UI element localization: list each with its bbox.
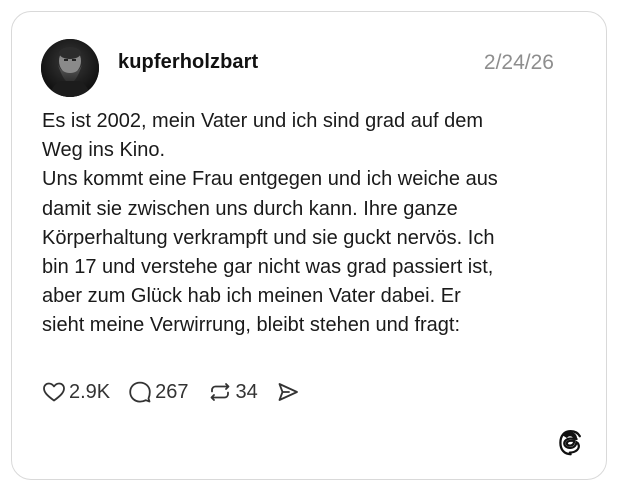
repost-button[interactable]: 34: [207, 380, 258, 404]
avatar-portrait: [41, 39, 99, 97]
share-button[interactable]: [276, 380, 300, 404]
username[interactable]: kupferholzbart: [118, 51, 258, 74]
post-text: Es ist 2002, mein Vater und ich sind gra…: [42, 110, 498, 337]
post-actions: 2.9K 267 34: [42, 379, 318, 405]
post-date: 2/24/26: [483, 51, 554, 74]
threads-logo-icon: [559, 430, 581, 456]
speech-bubble-icon: [129, 381, 151, 403]
send-icon: [278, 383, 298, 401]
threads-logo[interactable]: [559, 430, 583, 456]
reply-button[interactable]: 267: [128, 380, 189, 404]
heart-icon: [43, 382, 65, 402]
reply-count: 267: [155, 380, 189, 403]
threads-post-card: kupferholzbart 2/24/26 Es ist 2002, mein…: [11, 11, 607, 480]
avatar[interactable]: [41, 39, 99, 97]
repost-icon: [210, 383, 229, 401]
like-count: 2.9K: [69, 380, 111, 403]
like-button[interactable]: 2.9K: [42, 380, 110, 404]
repost-count: 34: [235, 380, 258, 403]
